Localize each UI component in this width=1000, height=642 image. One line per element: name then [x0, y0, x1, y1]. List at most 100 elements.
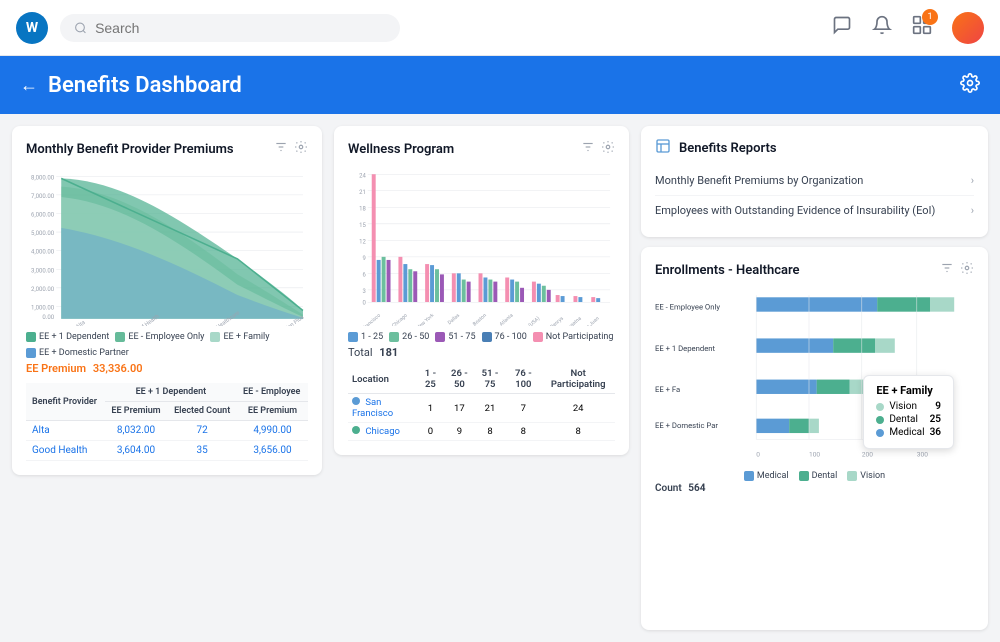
svg-text:0: 0: [362, 299, 366, 306]
premiums-table: Benefit Provider EE + 1 Dependent EE - E…: [26, 383, 308, 461]
legend-dot-domestic: [26, 348, 36, 358]
table-row: Good Health 3,604.00 35 3,656.00: [26, 441, 308, 461]
workday-logo[interactable]: W: [16, 12, 48, 44]
svg-text:Atlanta: Atlanta: [499, 312, 515, 326]
area-chart: 8,000.00 7,000.00 6,000.00 5,000.00 4,00…: [26, 166, 308, 326]
report-item-2[interactable]: Employees with Outstanding Evidence of I…: [655, 196, 974, 225]
svg-text:2,000.00: 2,000.00: [31, 286, 55, 293]
col-provider: Benefit Provider: [26, 383, 105, 421]
middle-column: Wellness Program: [334, 126, 629, 630]
svg-text:4,000.00: 4,000.00: [31, 249, 55, 256]
svg-text:7,000.00: 7,000.00: [31, 193, 55, 200]
table-row: San Francisco 1 17 21 7 24: [348, 394, 615, 423]
svg-text:0: 0: [756, 451, 760, 459]
chat-icon[interactable]: [832, 15, 852, 40]
svg-text:3,000.00: 3,000.00: [31, 267, 55, 274]
ee-premium-summary: EE Premium 33,336.00: [26, 362, 308, 375]
svg-text:3: 3: [362, 288, 365, 295]
settings-card-icon[interactable]: [294, 140, 308, 158]
svg-text:6: 6: [362, 271, 366, 278]
wellness-title: Wellness Program: [348, 142, 454, 157]
provider-alta[interactable]: Alta: [26, 421, 105, 441]
svg-text:Chicago: Chicago: [391, 312, 409, 326]
legend-dot-dependent: [26, 332, 36, 342]
col-ee-premium-2: EE Premium: [237, 402, 308, 421]
svg-text:24: 24: [359, 172, 366, 179]
col-ee-premium: EE Premium: [105, 402, 168, 421]
enroll-filter-icon[interactable]: [940, 261, 954, 279]
table-row: Chicago 0 9 8 8 8: [348, 423, 615, 441]
enrollments-title: Enrollments - Healthcare: [655, 263, 800, 278]
svg-text:21: 21: [359, 189, 366, 196]
svg-text:1,000.00: 1,000.00: [31, 304, 55, 311]
enrollments-count: Count 564: [655, 483, 974, 494]
filter-icon[interactable]: [274, 140, 288, 158]
table-row: Alta 8,032.00 72 4,990.00: [26, 421, 308, 441]
svg-text:EE + Domestic Par: EE + Domestic Par: [655, 421, 718, 430]
wellness-settings-icon[interactable]: [601, 140, 615, 158]
legend-item-domestic: EE + Domestic Partner: [26, 348, 129, 358]
wellness-bar-chart: 24 21 18 15 12 9 6 3 0: [348, 166, 615, 326]
enrollments-legend: Medical Dental Vision: [655, 471, 974, 481]
search-bar[interactable]: [60, 14, 400, 42]
enrollments-header: Enrollments - Healthcare: [655, 261, 974, 279]
legend-dot-employee-only: [115, 332, 125, 342]
wellness-legend: 1 - 25 26 - 50 51 - 75 76 - 100 Not Part…: [348, 332, 615, 342]
svg-text:San Francisco: San Francisco: [354, 312, 382, 326]
tooltip-row-medical: Medical 36: [876, 427, 941, 438]
settings-icon[interactable]: [960, 73, 980, 98]
report-item-1[interactable]: Monthly Benefit Premiums by Organization…: [655, 166, 974, 196]
svg-text:18: 18: [359, 205, 366, 212]
premiums-legend: EE + 1 Dependent EE - Employee Only EE +…: [26, 332, 308, 358]
svg-text:Dallas: Dallas: [447, 312, 461, 326]
wellness-card-icons: [581, 140, 615, 158]
svg-text:200: 200: [862, 451, 874, 459]
legend-item-employee-only: EE - Employee Only: [115, 332, 204, 342]
legend-item-dependent: EE + 1 Dependent: [26, 332, 109, 342]
apps-icon[interactable]: 1: [912, 15, 932, 40]
svg-text:8,000.00: 8,000.00: [31, 174, 55, 181]
nav-icons: 1: [832, 12, 984, 44]
reports-title: Benefits Reports: [679, 141, 777, 156]
benefits-reports-card: Benefits Reports Monthly Benefit Premium…: [641, 126, 988, 237]
enrollment-tooltip: EE + Family Vision 9 Dental 25 Medical: [863, 375, 954, 449]
back-button[interactable]: ←: [20, 75, 38, 96]
search-icon: [74, 21, 87, 35]
svg-text:15: 15: [359, 222, 366, 229]
apps-badge: 1: [922, 9, 938, 25]
reports-header: Benefits Reports: [655, 138, 974, 158]
premiums-card-icons: [274, 140, 308, 158]
chevron-right-icon: ›: [971, 174, 974, 187]
svg-text:300: 300: [917, 451, 929, 459]
top-navigation: W 1: [0, 0, 1000, 56]
svg-text:New York: New York: [416, 312, 436, 326]
main-content: Monthly Benefit Provider Premiums: [0, 114, 1000, 642]
page-title: Benefits Dashboard: [48, 73, 242, 98]
right-column: Benefits Reports Monthly Benefit Premium…: [641, 126, 988, 630]
bell-icon[interactable]: [872, 15, 892, 40]
wellness-table: Location 1 - 25 26 - 50 51 - 75 76 - 100…: [348, 365, 615, 441]
tooltip-row-vision: Vision 9: [876, 401, 941, 412]
wellness-filter-icon[interactable]: [581, 140, 595, 158]
wellness-card: Wellness Program: [334, 126, 629, 455]
enroll-settings-icon[interactable]: [960, 261, 974, 279]
svg-text:EE + 1 Dependent: EE + 1 Dependent: [655, 344, 716, 353]
col-group-employee: EE - Employee: [237, 383, 308, 402]
wellness-total: Total 181: [348, 346, 615, 359]
svg-text:6,000.00: 6,000.00: [31, 212, 55, 219]
reports-icon: [655, 138, 671, 158]
search-input[interactable]: [95, 20, 386, 36]
enrollments-card: Enrollments - Healthcare: [641, 247, 988, 630]
user-avatar[interactable]: [952, 12, 984, 44]
legend-item-family: EE + Family: [210, 332, 269, 342]
enrollments-chart: EE - Employee Only EE + 1 Dependent EE +…: [655, 287, 974, 467]
tooltip-row-dental: Dental 25: [876, 414, 941, 425]
svg-text:0.00: 0.00: [42, 314, 54, 321]
page-header: ← Benefits Dashboard: [0, 56, 1000, 114]
left-column: Monthly Benefit Provider Premiums: [12, 126, 322, 630]
chevron-right-icon-2: ›: [971, 204, 974, 217]
col-elected-count: Elected Count: [167, 402, 237, 421]
provider-goodhealth[interactable]: Good Health: [26, 441, 105, 461]
svg-text:Boston: Boston: [472, 312, 488, 326]
svg-text:9: 9: [362, 255, 365, 262]
